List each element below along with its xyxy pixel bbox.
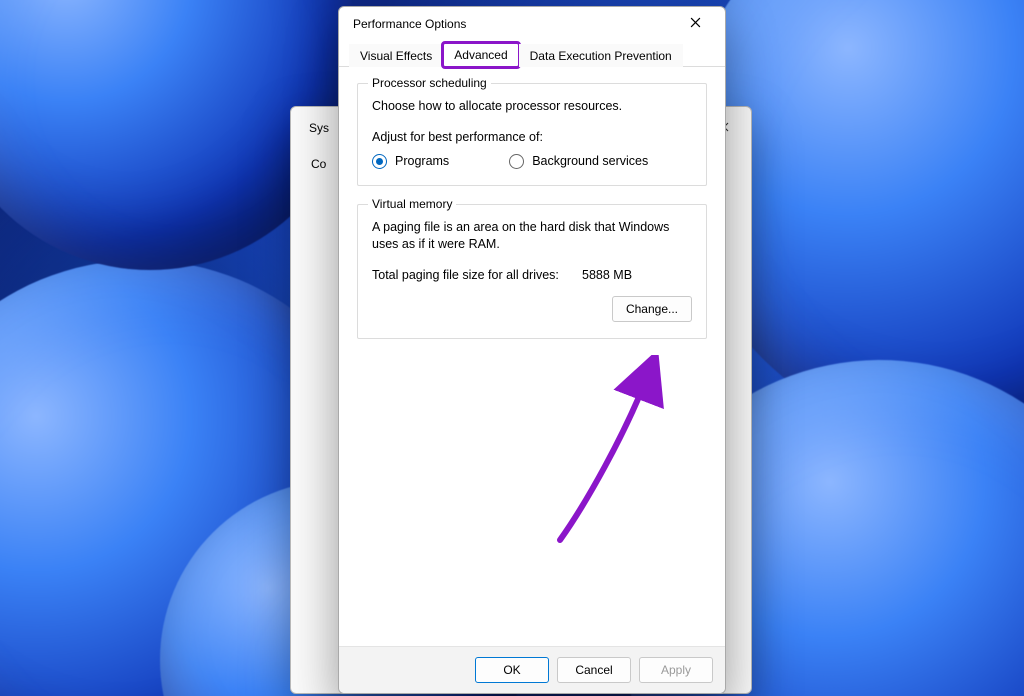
radio-background-label: Background services xyxy=(532,154,648,168)
adjust-for-label: Adjust for best performance of: xyxy=(372,130,692,144)
radio-programs[interactable]: Programs xyxy=(372,154,449,169)
dialog-title: Performance Options xyxy=(353,17,673,31)
titlebar: Performance Options xyxy=(339,7,725,41)
tab-visual-effects[interactable]: Visual Effects xyxy=(349,44,443,67)
vm-description: A paging file is an area on the hard dis… xyxy=(372,219,692,254)
close-icon xyxy=(690,15,701,33)
performance-radio-group: Programs Background services xyxy=(372,154,692,169)
cancel-button[interactable]: Cancel xyxy=(557,657,631,683)
tab-dep[interactable]: Data Execution Prevention xyxy=(519,44,683,67)
group-virtual-memory: Virtual memory A paging file is an area … xyxy=(357,204,707,339)
close-button[interactable] xyxy=(673,11,717,37)
radio-programs-label: Programs xyxy=(395,154,449,168)
change-button[interactable]: Change... xyxy=(612,296,692,322)
tab-advanced[interactable]: Advanced xyxy=(443,43,518,67)
performance-options-dialog: Performance Options Visual Effects Advan… xyxy=(338,6,726,694)
radio-dot-icon xyxy=(509,154,524,169)
radio-dot-icon xyxy=(372,154,387,169)
tab-bar: Visual Effects Advanced Data Execution P… xyxy=(339,41,725,67)
processor-description: Choose how to allocate processor resourc… xyxy=(372,98,692,116)
ok-button[interactable]: OK xyxy=(475,657,549,683)
vm-total-row: Total paging file size for all drives: 5… xyxy=(372,268,692,282)
radio-background-services[interactable]: Background services xyxy=(509,154,648,169)
dialog-content: Processor scheduling Choose how to alloc… xyxy=(339,67,725,646)
group-legend-processor: Processor scheduling xyxy=(368,76,491,90)
vm-total-label: Total paging file size for all drives: xyxy=(372,268,582,282)
group-legend-vm: Virtual memory xyxy=(368,197,456,211)
vm-total-value: 5888 MB xyxy=(582,268,632,282)
system-properties-body-text: Co xyxy=(311,157,326,171)
apply-button[interactable]: Apply xyxy=(639,657,713,683)
dialog-footer: OK Cancel Apply xyxy=(339,646,725,693)
group-processor-scheduling: Processor scheduling Choose how to alloc… xyxy=(357,83,707,186)
